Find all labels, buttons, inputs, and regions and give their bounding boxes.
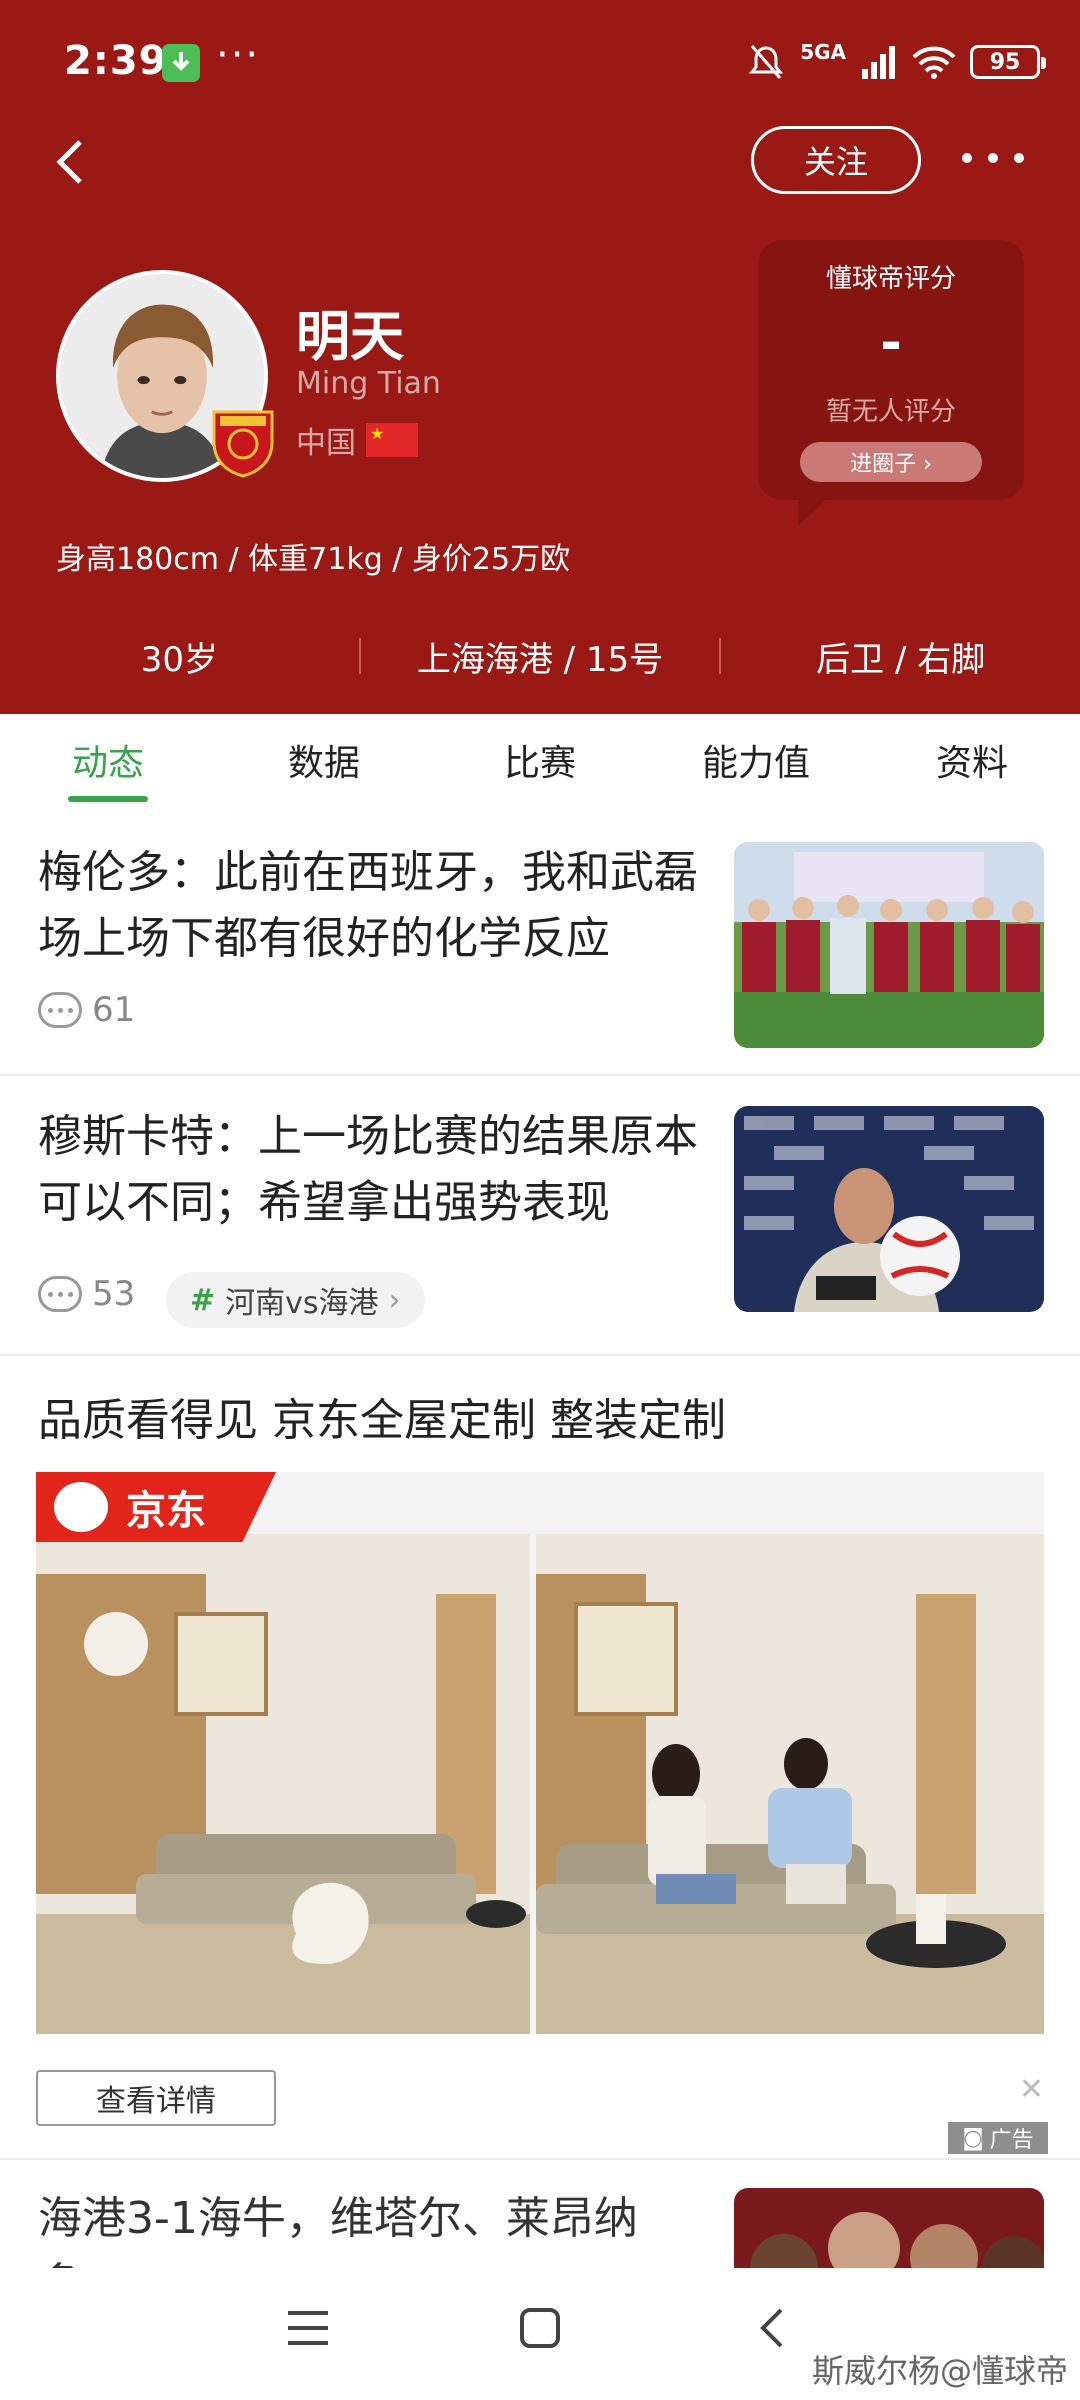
ad-title[interactable]: 品质看得见 京东全屋定制 整装定制: [38, 1384, 726, 1448]
player-meta-row: 30岁 上海海港 / 15号 后卫 / 右脚: [0, 628, 1080, 684]
tab-feed[interactable]: 动态: [0, 714, 216, 814]
player-name-en: Ming Tian: [296, 366, 441, 401]
rating-card: 懂球帝评分 - 暂无人评分 进圈子 ›: [758, 240, 1024, 526]
tab-matches[interactable]: 比赛: [432, 714, 648, 814]
comment-count-value: 61: [92, 990, 136, 1030]
ad-badge: ◙ 广告: [948, 2122, 1048, 2154]
nav-back-button[interactable]: [732, 2298, 812, 2358]
comment-icon: [38, 992, 82, 1028]
news-item[interactable]: 海港3-1海牛，维塔尔、莱昂纳多...: [0, 2160, 1080, 2268]
ad-photo-right: [536, 1534, 1044, 2034]
player-position: 后卫 / 右脚: [816, 639, 986, 680]
view-details-button[interactable]: 查看详情: [36, 2070, 276, 2126]
wifi-icon: [912, 46, 956, 79]
watermark: 斯威尔杨@懂球帝: [811, 2352, 1068, 2390]
player-club-number[interactable]: 上海海港 / 15号: [361, 632, 720, 681]
signal-icon: [862, 46, 895, 79]
news-thumbnail[interactable]: [734, 2188, 1044, 2268]
chevron-left-icon: [56, 140, 82, 184]
battery-level: 95: [989, 49, 1021, 75]
topic-tag[interactable]: # 河南vs海港 ›: [166, 1272, 425, 1328]
rating-title: 懂球帝评分: [825, 264, 956, 294]
status-icons: 5GA 95: [746, 36, 1046, 88]
rating-empty-text: 暂无人评分: [825, 397, 956, 427]
tab-profile[interactable]: 资料: [864, 714, 1080, 814]
ad-label: 广告: [989, 2128, 1034, 2153]
news-title[interactable]: 穆斯卡特：上一场比赛的结果原本可以不同；希望拿出强势表现: [38, 1104, 698, 1236]
nav-menu-button[interactable]: [268, 2298, 348, 2358]
news-title[interactable]: 海港3-1海牛，维塔尔、莱昂纳多...: [38, 2186, 698, 2268]
news-thumbnail[interactable]: [734, 842, 1044, 1048]
topic-label: 河南vs海港: [225, 1286, 379, 1321]
comment-count[interactable]: 53: [38, 1274, 135, 1314]
tab-ability[interactable]: 能力值: [648, 714, 864, 814]
enter-circle-button[interactable]: 进圈子 ›: [800, 442, 982, 482]
back-arrow-icon: [760, 2308, 783, 2348]
news-item[interactable]: 穆斯卡特：上一场比赛的结果原本可以不同；希望拿出强势表现 53 # 河南vs海港…: [0, 1078, 1080, 1356]
china-flag-icon: [366, 423, 418, 457]
profile-tabs: 动态 数据 比赛 能力值 资料: [0, 714, 1080, 814]
back-button[interactable]: [48, 132, 92, 192]
ad-photo-left: [36, 1534, 530, 2034]
jd-logo: 京东: [36, 1472, 276, 1542]
status-more-icon: ···: [216, 32, 261, 78]
jd-dog-icon: [54, 1482, 108, 1532]
rating-value: -: [880, 313, 902, 373]
ad-brand: 京东: [126, 1488, 206, 1534]
ad-card[interactable]: 品质看得见 京东全屋定制 整装定制 京东 查看详情 ✕ ◙ 广告: [0, 1356, 1080, 2160]
nationality-label: 中国: [296, 426, 356, 461]
tab-stats[interactable]: 数据: [216, 714, 432, 814]
download-icon: [162, 44, 200, 82]
ad-image[interactable]: 京东: [36, 1472, 1044, 2034]
menu-icon: [288, 2311, 328, 2345]
comment-count-value: 53: [92, 1274, 136, 1314]
physical-info: 身高180cm / 体重71kg / 身价25万欧: [56, 542, 571, 577]
news-item[interactable]: 梅伦多：此前在西班牙，我和武磊场上场下都有很好的化学反应 61: [0, 814, 1080, 1076]
comment-count[interactable]: 61: [38, 990, 135, 1030]
battery-icon: 95: [970, 45, 1046, 79]
camera-icon: ◙: [962, 2125, 984, 2151]
player-name-cn: 明天: [296, 305, 404, 368]
news-thumbnail[interactable]: [734, 1106, 1044, 1312]
player-age: 30岁: [140, 639, 218, 680]
club-badge-icon: [212, 410, 274, 478]
hashtag-icon: #: [190, 1282, 216, 1318]
home-square-icon: [520, 2308, 560, 2348]
status-bar: 2:39 ··· 5GA 95: [0, 0, 1080, 120]
nationality: 中国: [296, 418, 418, 462]
follow-button[interactable]: 关注: [751, 126, 921, 194]
nav-home-button[interactable]: [500, 2298, 580, 2358]
status-time: 2:39: [64, 38, 168, 84]
network-type: 5GA: [800, 40, 846, 64]
close-icon[interactable]: ✕: [1019, 2072, 1044, 2107]
news-title[interactable]: 梅伦多：此前在西班牙，我和武磊场上场下都有很好的化学反应: [38, 840, 698, 972]
more-menu-button[interactable]: [962, 138, 1024, 178]
chevron-right-icon: ›: [388, 1282, 401, 1318]
player-header: 2:39 ··· 5GA 95 关注 明天 Ming Tian 中国 ★ 懂球帝…: [0, 0, 1080, 714]
comment-icon: [38, 1276, 82, 1312]
mute-bell-icon: [749, 45, 784, 79]
